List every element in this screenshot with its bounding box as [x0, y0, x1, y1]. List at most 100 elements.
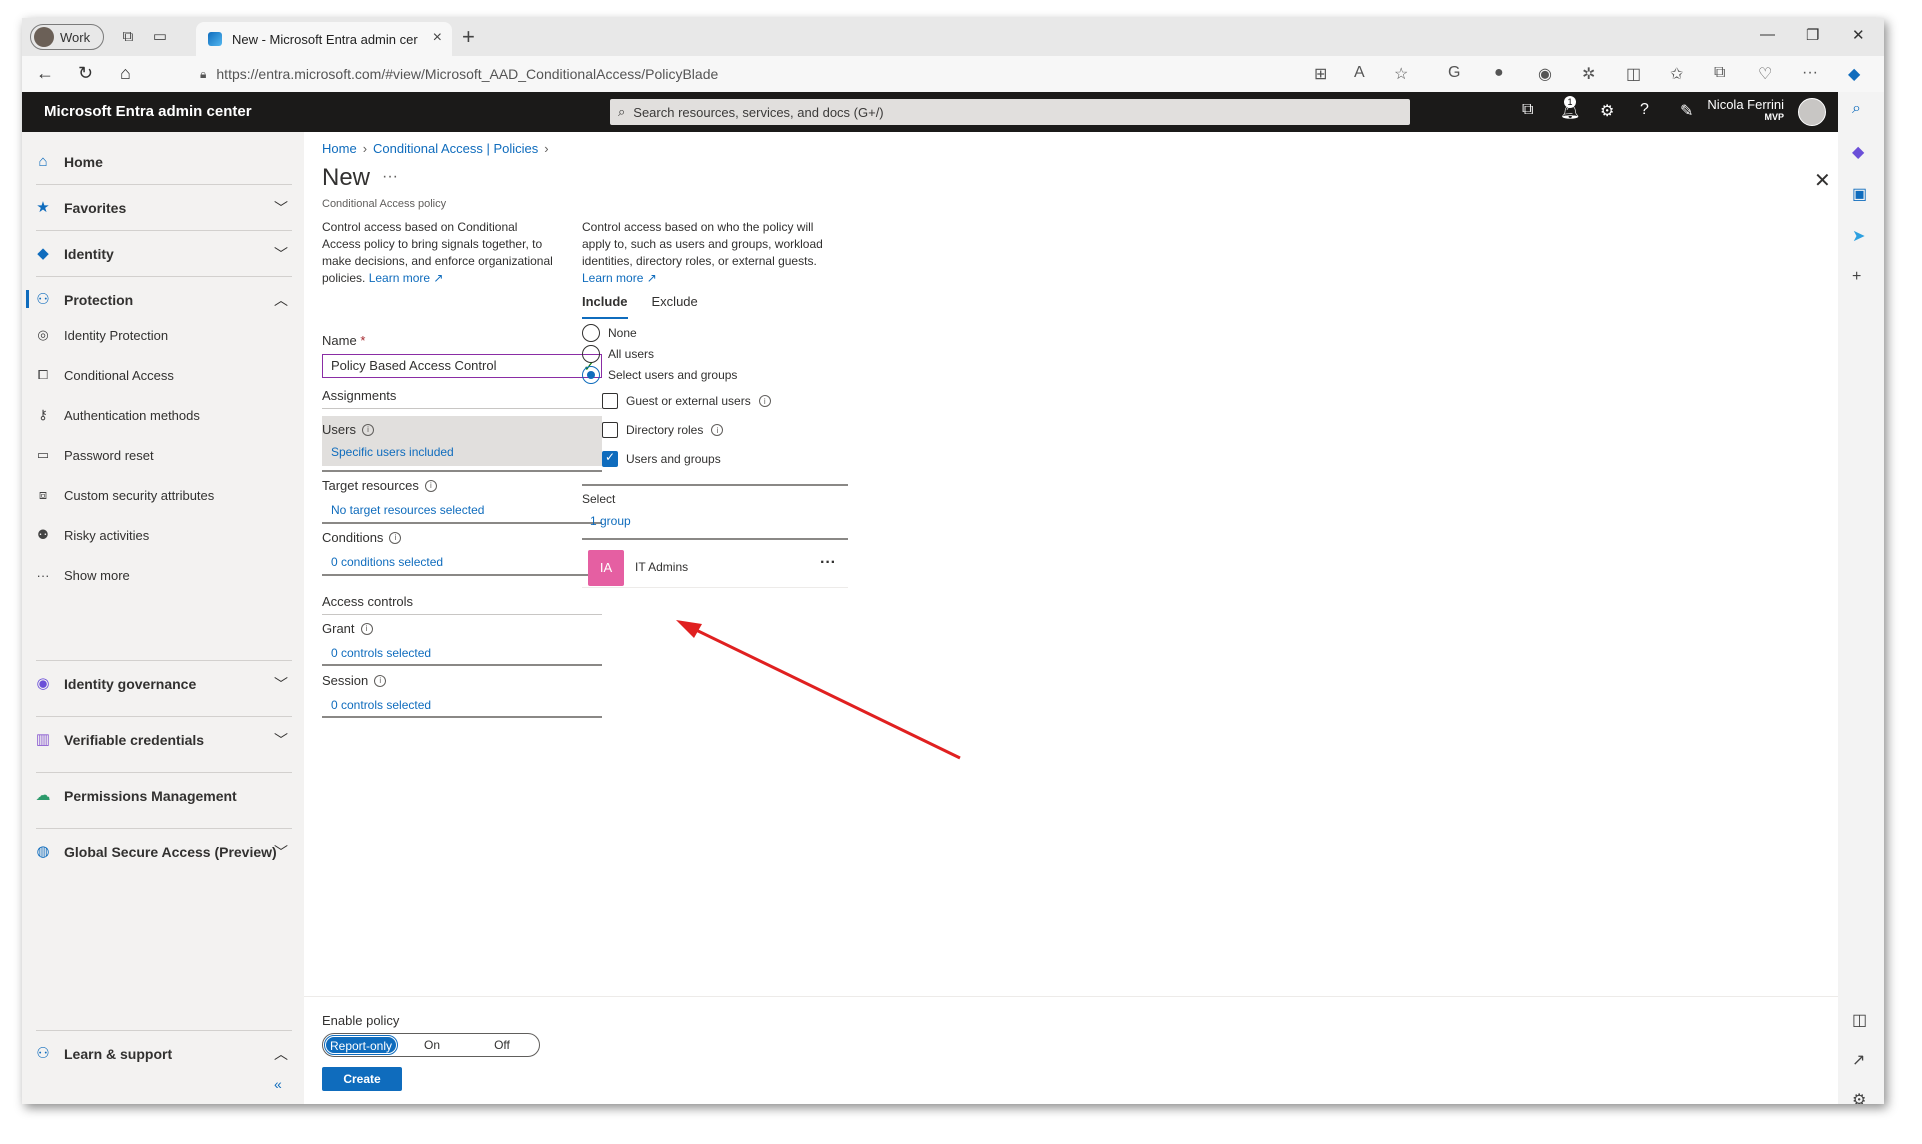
- chevron-down-icon[interactable]: ﹀: [274, 674, 288, 694]
- info-icon[interactable]: i: [360, 622, 373, 635]
- select-group-link[interactable]: 1 group: [590, 514, 631, 528]
- info-icon[interactable]: i: [374, 674, 387, 687]
- breadcrumb-policies[interactable]: Conditional Access | Policies: [373, 141, 538, 156]
- breadcrumb-home[interactable]: Home: [322, 141, 357, 156]
- chevron-down-icon[interactable]: ﹀: [274, 198, 288, 218]
- help-icon[interactable]: ?: [1640, 101, 1649, 119]
- new-tab-icon[interactable]: +: [462, 24, 475, 50]
- nav-identity-protection[interactable]: ◎ Identity Protection: [22, 320, 304, 350]
- app-title[interactable]: Microsoft Entra admin center: [44, 103, 252, 120]
- conditions-assignment[interactable]: Conditions i 0 conditions selected: [322, 530, 602, 569]
- lock-icon[interactable]: 🔒︎: [200, 67, 206, 82]
- grant-control[interactable]: Grant i 0 controls selected: [322, 621, 602, 660]
- restore-icon[interactable]: ❐: [1806, 26, 1819, 44]
- browser-tab-active[interactable]: New - Microsoft Entra admin cer ×: [196, 22, 452, 56]
- nav-home[interactable]: ⌂ Home: [22, 142, 304, 182]
- session-value[interactable]: 0 controls selected: [331, 698, 602, 712]
- home-browser-icon[interactable]: ⌂: [120, 63, 131, 84]
- checkbox[interactable]: [602, 450, 618, 467]
- grant-value[interactable]: 0 controls selected: [331, 646, 602, 660]
- checkbox[interactable]: [602, 422, 618, 438]
- profile-button[interactable]: Work: [30, 24, 104, 50]
- close-blade-icon[interactable]: ✕: [1814, 168, 1831, 193]
- read-aloud-icon[interactable]: A: [1354, 64, 1365, 82]
- tab-include[interactable]: Include: [582, 294, 628, 319]
- extension-icon[interactable]: ◉: [1538, 64, 1552, 84]
- radio-button[interactable]: [582, 324, 600, 342]
- users-assignment[interactable]: Users i Specific users included: [322, 416, 602, 466]
- radio-all-users[interactable]: All users: [582, 345, 654, 363]
- nav-global-secure-access[interactable]: ◍ Global Secure Access (Preview) ﹀: [22, 832, 304, 872]
- external-link-icon[interactable]: ↗: [1852, 1050, 1865, 1070]
- nav-verifiable-credentials[interactable]: ▥ Verifiable credentials ﹀: [22, 720, 304, 760]
- cloud-shell-icon[interactable]: ⧉: [1522, 101, 1533, 119]
- more-options-icon[interactable]: ···: [1802, 64, 1818, 82]
- chevron-up-icon[interactable]: ︿: [274, 1044, 288, 1064]
- more-actions-icon[interactable]: ···: [382, 168, 398, 186]
- favorite-star-icon[interactable]: ☆: [1394, 64, 1408, 84]
- tab-close-icon[interactable]: ×: [433, 29, 442, 47]
- hide-sidebar-icon[interactable]: ◫: [1852, 1010, 1867, 1030]
- send-icon[interactable]: ➤: [1852, 226, 1865, 246]
- nav-learn-support[interactable]: ⚇ Learn & support ︿: [22, 1034, 304, 1074]
- collections-icon[interactable]: ⧉: [1714, 64, 1725, 82]
- grammarly-icon[interactable]: G: [1448, 64, 1460, 82]
- back-icon[interactable]: ←: [36, 63, 54, 84]
- checkbox-users-groups[interactable]: Users and groups: [602, 450, 721, 467]
- session-control[interactable]: Session i 0 controls selected: [322, 673, 602, 712]
- info-icon[interactable]: i: [758, 395, 771, 407]
- copilot-icon[interactable]: ◆: [1848, 64, 1860, 84]
- chevron-down-icon[interactable]: ﹀: [274, 244, 288, 264]
- user-avatar[interactable]: [1798, 98, 1826, 126]
- nav-favorites[interactable]: ★ Favorites ﹀: [22, 188, 304, 228]
- nav-show-more[interactable]: ··· Show more: [22, 560, 304, 590]
- enable-policy-toggle[interactable]: Report-only On Off: [322, 1033, 540, 1057]
- minimize-icon[interactable]: —: [1760, 26, 1775, 43]
- option-report-only[interactable]: Report-only: [324, 1035, 398, 1055]
- password-manager-icon[interactable]: ●: [1494, 64, 1504, 82]
- learn-more-link[interactable]: Learn more ↗: [369, 271, 444, 285]
- sidebar-settings-icon[interactable]: ⚙: [1852, 1090, 1866, 1104]
- favorites-icon[interactable]: ✩: [1670, 64, 1683, 84]
- nav-password-reset[interactable]: ▭ Password reset: [22, 440, 304, 470]
- chevron-down-icon[interactable]: ﹀: [274, 842, 288, 862]
- workspaces-icon[interactable]: ⧉: [118, 27, 138, 47]
- account-menu[interactable]: Nicola Ferrini MVP: [1694, 97, 1784, 122]
- nav-conditional-access[interactable]: ⧠ Conditional Access: [22, 360, 304, 390]
- selected-group-row[interactable]: IA IT Admins ···: [582, 544, 848, 588]
- sidebar-copilot-icon[interactable]: ◆: [1852, 142, 1864, 162]
- info-icon[interactable]: i: [389, 531, 402, 544]
- users-value[interactable]: Specific users included: [331, 445, 602, 459]
- checkbox-guest-external[interactable]: Guest or external users i: [602, 393, 771, 409]
- chevron-down-icon[interactable]: ﹀: [274, 730, 288, 750]
- split-screen-icon[interactable]: ◫: [1626, 64, 1641, 84]
- nav-protection[interactable]: ⚇ Protection ︿: [22, 280, 304, 320]
- info-icon[interactable]: i: [361, 423, 374, 436]
- feedback-icon[interactable]: ✎: [1680, 101, 1693, 121]
- learn-more-link[interactable]: Learn more ↗: [582, 271, 657, 285]
- tab-actions-icon[interactable]: ▭: [150, 27, 170, 47]
- group-more-icon[interactable]: ···: [820, 554, 836, 572]
- outlook-icon[interactable]: ▣: [1852, 184, 1867, 204]
- radio-none[interactable]: None: [582, 324, 637, 342]
- target-resources-assignment[interactable]: Target resources i No target resources se…: [322, 478, 602, 517]
- app-available-icon[interactable]: ⊞: [1314, 64, 1327, 84]
- sidebar-search-icon[interactable]: ⌕: [1852, 100, 1861, 118]
- browser-essentials-icon[interactable]: ♡: [1758, 64, 1772, 84]
- radio-select-users-groups[interactable]: Select users and groups: [582, 366, 737, 384]
- nav-authentication-methods[interactable]: ⚷ Authentication methods: [22, 400, 304, 430]
- nav-identity-governance[interactable]: ◉ Identity governance ﹀: [22, 664, 304, 704]
- nav-permissions-management[interactable]: ☁ Permissions Management: [22, 776, 304, 816]
- conditions-value[interactable]: 0 conditions selected: [331, 555, 602, 569]
- checkbox[interactable]: [602, 393, 618, 409]
- info-icon[interactable]: i: [424, 479, 437, 492]
- nav-custom-security-attributes[interactable]: ⧈ Custom security attributes: [22, 480, 304, 510]
- policy-name-input[interactable]: Policy Based Access Control ✓: [322, 354, 602, 378]
- window-close-icon[interactable]: ✕: [1852, 26, 1865, 44]
- option-off[interactable]: Off: [467, 1036, 537, 1054]
- settings-gear-icon[interactable]: ⚙: [1600, 101, 1614, 121]
- target-value[interactable]: No target resources selected: [331, 503, 602, 517]
- option-on[interactable]: On: [397, 1036, 467, 1054]
- extensions-puzzle-icon[interactable]: ✲: [1582, 64, 1595, 84]
- add-sidebar-app-icon[interactable]: +: [1852, 268, 1861, 286]
